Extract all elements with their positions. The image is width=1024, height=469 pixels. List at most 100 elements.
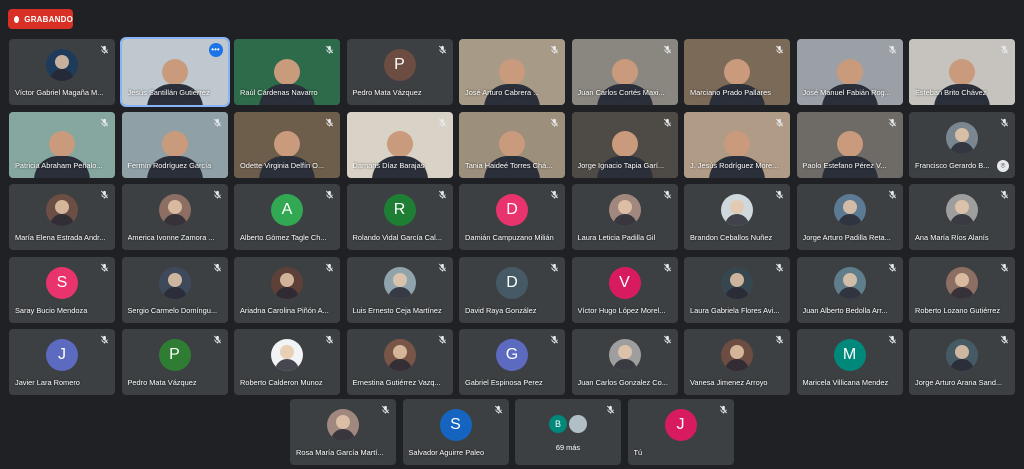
participant-tile[interactable]: Francisco Gerardo B... ⌾ <box>909 111 1015 178</box>
mic-off-icon <box>494 405 503 414</box>
participant-tile[interactable]: Ariadna Carolina Piñón A... <box>234 256 340 323</box>
participant-name: Víctor Gabriel Magaña M... <box>15 88 104 97</box>
participant-name: Brandon Ceballos Nuñez <box>690 233 773 242</box>
participant-tile[interactable]: Roberto Calderon Munoz <box>234 329 340 395</box>
participant-tile[interactable]: D Damián Campuzano Milián <box>459 184 565 250</box>
participant-tile[interactable]: Vanesa Jimenez Arroyo <box>684 329 790 395</box>
mic-off-icon <box>888 45 897 54</box>
participant-tile[interactable]: José Arturo Cabrera ... <box>459 39 565 105</box>
participant-tile[interactable]: Ernestina Gutiérrez Vazq... <box>346 329 453 395</box>
participant-name: Rosa María García Martí... <box>296 448 384 457</box>
participant-name: Tú <box>633 448 643 457</box>
participant-tile[interactable]: Marciano Prado Pallares <box>684 39 790 105</box>
participant-tile[interactable]: J. Jesús Rodríguez More... <box>684 111 790 178</box>
participant-name: America Ivonne Zamora ... <box>127 233 215 242</box>
participant-tile[interactable]: Juan Alberto Bedolla Arr... <box>796 256 903 323</box>
participant-name: Marciano Prado Pallares <box>690 88 771 97</box>
mic-off-icon <box>100 335 109 344</box>
participant-tile[interactable]: Fermín Rodríguez García <box>121 111 228 178</box>
participant-tile[interactable]: P Pedro Mata Vázquez <box>121 329 228 395</box>
participant-tile[interactable]: Laura Leticia Padilla Gil <box>571 184 678 250</box>
participant-tile[interactable]: D David Raya González <box>459 256 565 323</box>
participant-tile[interactable]: America Ivonne Zamora ... <box>121 184 228 250</box>
mic-off-icon <box>438 45 447 54</box>
participant-tile[interactable]: María Elena Estrada Andr... <box>9 184 115 250</box>
avatar-photo <box>271 266 303 299</box>
mic-off-icon <box>888 118 897 127</box>
avatar-photo <box>946 194 978 227</box>
participant-name: Ana María Ríos Alanís <box>915 233 989 242</box>
participant-name: Odette Virginia Delfín O... <box>240 160 325 170</box>
mic-off-icon <box>663 335 672 344</box>
mic-off-icon <box>888 263 897 272</box>
participant-name: Gabriel Espinosa Perez <box>465 378 543 387</box>
participant-tile[interactable]: S Salvador Aguirre Paleo <box>402 399 509 465</box>
more-participants-label: 69 más <box>555 443 581 452</box>
participant-tile[interactable]: J Javier Lara Romero <box>9 329 115 395</box>
participant-face <box>611 131 638 158</box>
participant-face <box>386 131 413 158</box>
participant-tile[interactable]: Patricia Abraham Peñalo... <box>9 111 115 178</box>
participant-tile[interactable]: V Víctor Hugo López Morel... <box>571 256 678 323</box>
avatar-photo <box>608 194 641 227</box>
participant-tile[interactable]: R Rolando Vidal García Cal... <box>346 184 453 250</box>
avatar-photo <box>608 339 641 372</box>
participant-tile[interactable]: Rosa María García Martí... <box>290 399 396 465</box>
participant-tile[interactable]: Tania Haideé Torres Chá... <box>459 111 565 178</box>
participant-name: Pedro Mata Vázquez <box>352 88 422 97</box>
participant-tile[interactable]: Brandon Ceballos Nuñez <box>684 184 790 250</box>
avatar-photo <box>946 121 978 154</box>
participant-tile[interactable]: G Gabriel Espinosa Perez <box>459 329 565 395</box>
participant-name: J. Jesús Rodríguez More... <box>690 160 779 170</box>
participant-tile[interactable]: Roberto Lozano Gutiérrez <box>909 256 1015 323</box>
avatar-photo <box>569 415 587 433</box>
participant-tile[interactable]: Juan Carlos Gonzalez Co... <box>571 329 678 395</box>
mic-off-icon <box>325 263 334 272</box>
mic-off-icon <box>663 118 672 127</box>
mic-off-icon <box>325 118 334 127</box>
participant-tile[interactable]: A Alberto Gómez Tagle Ch... <box>234 184 340 250</box>
participant-face <box>611 58 638 85</box>
participant-tile[interactable]: M Maricela Villicana Mendez <box>796 329 903 395</box>
participant-tile[interactable]: Sergio Carmelo Domíngu... <box>121 256 228 323</box>
participant-tile[interactable]: Laura Gabriela Flores Avi... <box>684 256 790 323</box>
mic-off-icon <box>438 118 447 127</box>
participant-tile[interactable]: J Tú <box>627 399 734 465</box>
participant-tile[interactable]: Raúl Cárdenas Navarro <box>234 39 340 105</box>
participant-tile[interactable]: Jesús Santillán Gutiérrez ••• <box>119 37 230 107</box>
participant-tile[interactable]: Jorge Arturo Arana Sand... <box>909 329 1015 395</box>
participant-name: José Manuel Fabián Rog... <box>802 88 891 97</box>
participant-tile[interactable]: José Manuel Fabián Rog... <box>796 39 903 105</box>
participant-tile[interactable]: Ana María Ríos Alanís <box>909 184 1015 250</box>
participant-tile[interactable]: Luis Ernesto Ceja Martínez <box>346 256 453 323</box>
participant-face <box>836 58 863 85</box>
more-options-icon[interactable]: ••• <box>208 43 223 57</box>
mic-off-icon <box>775 190 784 199</box>
mic-off-icon <box>325 335 334 344</box>
participant-name: Roberto Calderon Munoz <box>240 378 323 387</box>
pin-icon[interactable]: ⌾ <box>997 159 1009 172</box>
avatar-initial: G <box>496 339 528 372</box>
participant-tile[interactable]: Damaris Díaz Barajas <box>346 111 453 178</box>
participant-face <box>499 58 525 85</box>
participant-name: Roberto Lozano Gutiérrez <box>915 305 1001 315</box>
participant-name: Raúl Cárdenas Navarro <box>240 88 318 97</box>
mic-off-icon <box>100 190 109 199</box>
participant-tile[interactable]: Paolo Estefano Pérez V... <box>796 111 903 178</box>
participant-tile[interactable]: Odette Virginia Delfín O... <box>234 111 340 178</box>
participant-tile[interactable]: P Pedro Mata Vázquez <box>346 39 453 105</box>
participant-tile[interactable]: Víctor Gabriel Magaña M... <box>9 39 115 105</box>
participant-tile[interactable]: Juan Carlos Cortés Maxi... <box>571 39 678 105</box>
mic-off-icon <box>775 118 784 127</box>
avatar-photo <box>833 194 866 227</box>
participant-tile[interactable]: Jorge Ignacio Tapia Garí... <box>571 111 678 178</box>
avatar-initial: D <box>496 266 528 299</box>
participant-tile[interactable]: Esteban Brito Chávez <box>909 39 1015 105</box>
avatar-photo <box>946 266 978 299</box>
more-participants-avatars: B <box>549 415 587 433</box>
avatar-photo <box>946 339 978 372</box>
participant-tile[interactable]: Jorge Arturo Padilla Reta... <box>796 184 903 250</box>
participant-tile[interactable]: S Saray Bucio Mendoza <box>9 256 115 323</box>
participant-face <box>949 58 975 85</box>
participant-tile[interactable]: B 69 más <box>515 399 621 465</box>
